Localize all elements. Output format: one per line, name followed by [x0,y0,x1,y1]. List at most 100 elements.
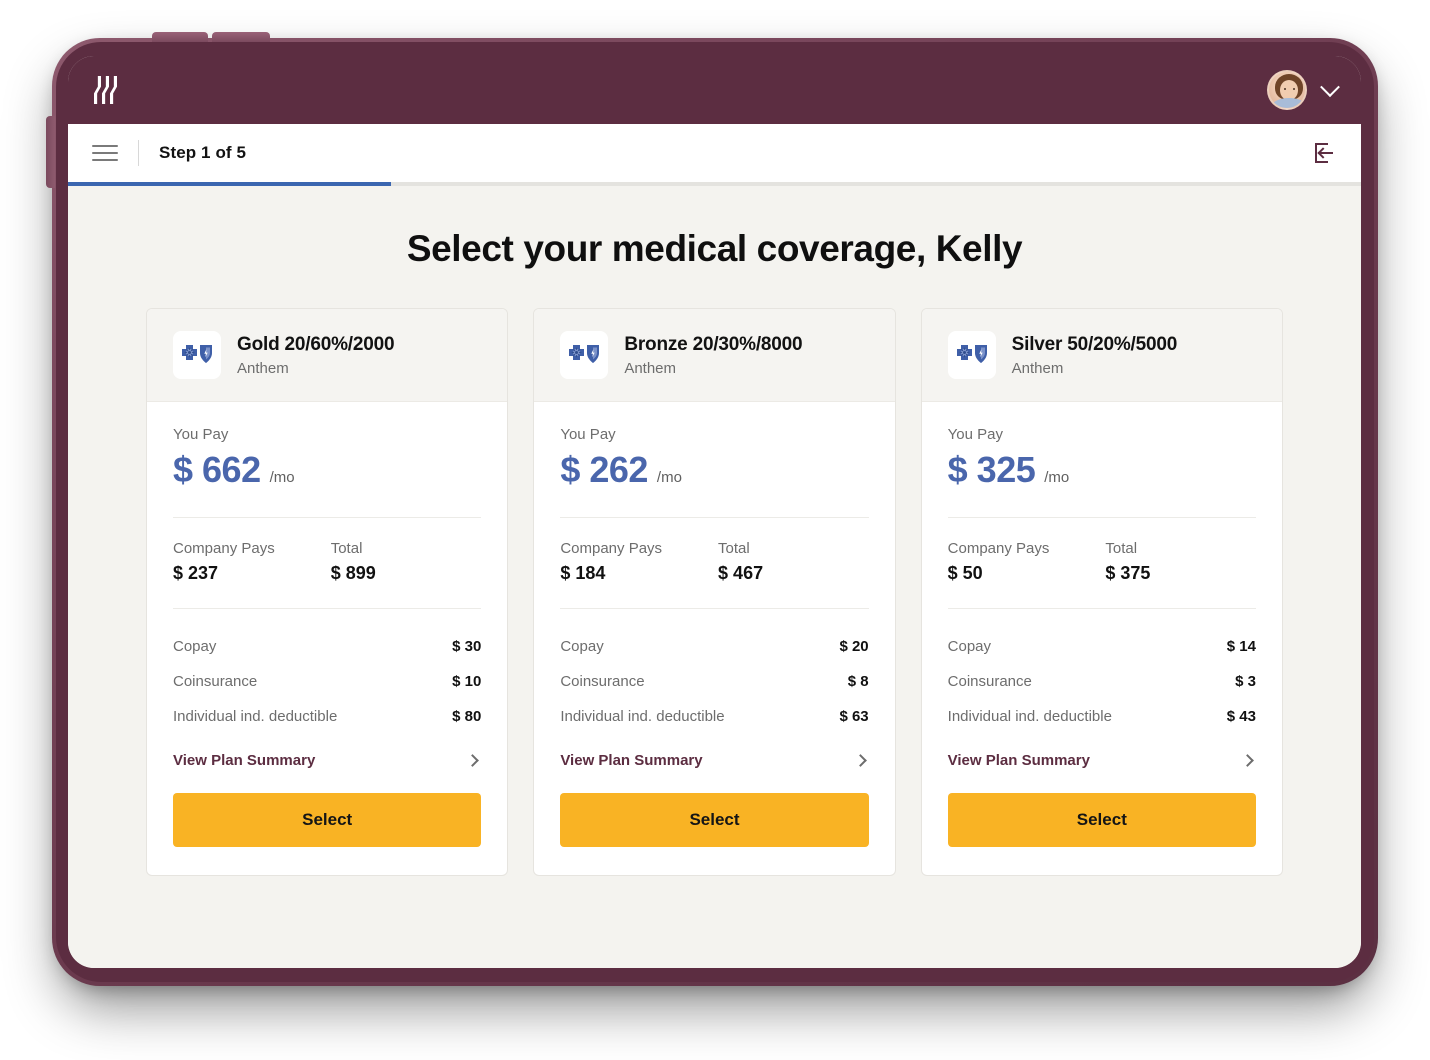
benefit-rows: Copay $ 14 Coinsurance $ 3 Individual ind. d… [948,609,1256,734]
benefit-label: Individual ind. deductible [173,708,338,725]
total-value: $ 467 [718,563,764,583]
screenshot-scene: Step 1 of 5 Select your medical coverage… [0,0,1430,1060]
total-item: Total $ 899 [331,540,376,584]
benefit-row: Coinsurance $ 3 [948,664,1256,699]
select-plan-button[interactable]: Select [560,793,869,847]
view-plan-summary-link[interactable]: View Plan Summary [948,734,1256,775]
plan-card[interactable]: Gold 20/60%/2000 Anthem You Pay $ 662 /m… [146,308,509,876]
total-label: Total [1105,540,1138,557]
avatar-shoulders [1272,98,1305,108]
you-pay-price-row: $ 662 /mo [173,449,481,491]
logo-stroke-3 [110,76,117,104]
benefit-value: $ 43 [1226,708,1256,725]
benefit-value: $ 30 [452,638,482,655]
page-content: Select your medical coverage, Kelly Gold… [68,186,1361,968]
benefit-label: Individual ind. deductible [560,708,725,725]
step-bar-left-group: Step 1 of 5 [92,140,246,166]
exit-logout-icon[interactable] [1311,141,1335,165]
select-plan-button[interactable]: Select [173,793,482,847]
plan-card[interactable]: Bronze 20/30%/8000 Anthem You Pay $ 262 … [533,308,896,876]
user-avatar-photo[interactable] [1267,70,1307,110]
tablet-volume-down-button[interactable] [212,32,270,42]
tablet-screen: Step 1 of 5 Select your medical coverage… [68,56,1361,968]
plan-card-footer: Select [922,775,1282,875]
you-pay-amount: $ 662 [173,449,261,490]
plan-card-header: Silver 50/20%/5000 Anthem [921,309,1282,402]
step-indicator-label: Step 1 of 5 [159,143,247,162]
benefit-label: Coinsurance [947,673,1032,690]
benefit-value: $ 14 [1226,638,1256,655]
you-pay-price-row: $ 325 /mo [948,449,1256,491]
benefit-label: Coinsurance [173,673,258,690]
you-pay-amount: $ 262 [560,449,648,490]
total-value: $ 375 [1105,563,1151,583]
company-pays-value: $ 184 [560,563,606,583]
benefit-label: Copay [173,638,217,655]
tablet-power-button[interactable] [46,116,55,188]
plan-name: Gold 20/60%/2000 [237,333,395,355]
plan-card-body: You Pay $ 662 /mo Company Pays $ 237 Tot… [147,402,507,775]
benefit-label: Copay [560,638,604,655]
benefit-row: Individual ind. deductible $ 80 [173,699,481,734]
total-label: Total [718,540,750,557]
you-pay-label: You Pay [947,426,1003,443]
total-value: $ 899 [330,563,376,583]
three-wave-strokes-logo[interactable] [94,76,117,104]
you-pay-label: You Pay [173,426,229,443]
benefit-label: Coinsurance [560,673,645,690]
view-plan-summary-link[interactable]: View Plan Summary [560,734,868,775]
chevron-right-icon [466,754,480,767]
company-pays-item: Company Pays $ 50 [948,540,1050,584]
view-plan-summary-link[interactable]: View Plan Summary [173,734,481,775]
you-pay-label: You Pay [560,426,616,443]
plan-carrier: Anthem [1011,359,1064,377]
plan-card-body: You Pay $ 262 /mo Company Pays $ 184 Tot… [534,402,894,775]
total-label: Total [330,540,363,557]
you-pay-block: You Pay $ 662 /mo [173,402,482,518]
benefit-row: Copay $ 30 [173,629,481,664]
anthem-blue-cross-blue-shield-logo [947,331,996,379]
account-menu[interactable] [1267,70,1340,110]
anthem-blue-cross-blue-shield-logo [173,331,221,379]
benefit-row: Individual ind. deductible $ 43 [948,699,1256,734]
plan-carrier: Anthem [624,359,677,377]
company-pays-item: Company Pays $ 184 [560,540,662,584]
select-plan-button[interactable]: Select [947,793,1256,847]
avatar-face [1280,80,1298,100]
company-pays-label: Company Pays [947,540,1050,557]
benefit-row: Copay $ 20 [560,629,868,664]
plan-name: Silver 50/20%/5000 [1011,333,1178,355]
plan-card-footer: Select [147,775,507,875]
plan-card-titles: Silver 50/20%/5000 Anthem [1011,333,1178,377]
plan-card-body: You Pay $ 325 /mo Company Pays $ 50 Tota… [922,402,1282,775]
benefit-rows: Copay $ 20 Coinsurance $ 8 Individual ind. d… [560,609,868,734]
benefit-value: $ 63 [839,708,869,725]
benefit-row: Coinsurance $ 10 [173,664,481,699]
company-pays-value: $ 50 [947,563,983,583]
company-pays-item: Company Pays $ 237 [173,540,275,584]
cost-split-block: Company Pays $ 184 Total $ 467 [560,518,869,609]
company-pays-value: $ 237 [173,563,219,583]
plan-name: Bronze 20/30%/8000 [624,333,803,355]
benefit-value: $ 20 [839,638,869,655]
benefit-rows: Copay $ 30 Coinsurance $ 10 Individual ind. … [173,609,481,734]
total-item: Total $ 375 [1105,540,1150,584]
you-pay-period: /mo [1044,469,1070,486]
view-plan-summary-label: View Plan Summary [173,752,316,769]
total-item: Total $ 467 [718,540,763,584]
benefit-value: $ 10 [452,673,482,690]
view-plan-summary-label: View Plan Summary [560,752,703,769]
app-header-bar [68,56,1361,124]
view-plan-summary-label: View Plan Summary [947,752,1090,769]
tablet-volume-up-button[interactable] [152,32,208,42]
you-pay-block: You Pay $ 325 /mo [947,402,1256,518]
plan-card[interactable]: Silver 50/20%/5000 Anthem You Pay $ 325 … [920,308,1283,876]
hamburger-line-3 [92,159,118,161]
benefit-label: Individual ind. deductible [947,708,1112,725]
plan-carrier: Anthem [237,359,289,377]
step-navigation-bar: Step 1 of 5 [68,124,1361,182]
chevron-down-icon[interactable] [1320,77,1340,98]
hamburger-menu-icon[interactable] [92,145,118,161]
page-title: Select your medical coverage, Kelly [406,228,1023,269]
company-pays-label: Company Pays [560,540,663,557]
